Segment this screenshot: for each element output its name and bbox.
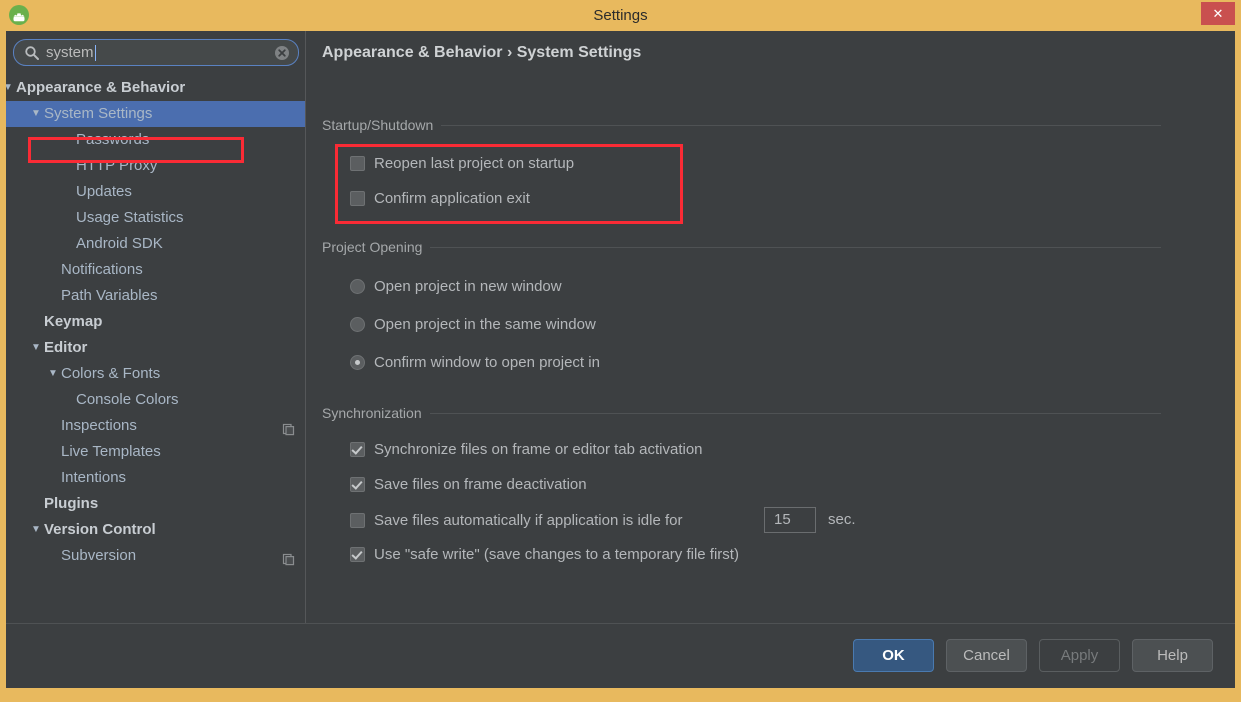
section-title-synchronization: Synchronization — [322, 405, 430, 421]
checkbox-unchecked-icon[interactable] — [350, 513, 365, 528]
sidebar-item-android-sdk[interactable]: Android SDK — [6, 231, 305, 257]
sidebar-item-label: Intentions — [61, 469, 127, 486]
chevron-down-icon[interactable]: ▼ — [30, 101, 42, 127]
seconds-unit-label: sec. — [828, 511, 856, 528]
checkbox-checked-icon[interactable] — [350, 477, 365, 492]
option-label: Synchronize files on frame or editor tab… — [374, 441, 703, 458]
sidebar-item-label: Plugins — [44, 495, 99, 512]
sidebar-item-label: Colors & Fonts — [61, 365, 161, 382]
help-button[interactable]: Help — [1132, 639, 1213, 672]
sidebar-item-label: Editor — [44, 339, 88, 356]
settings-dialog: system ▼ Appearance & Behavior ▼ System Set… — [6, 31, 1235, 693]
checkbox-confirm-application-exit[interactable]: Confirm application exit — [350, 189, 530, 209]
search-field[interactable]: system — [13, 39, 299, 66]
sidebar-item-notifications[interactable]: Notifications — [6, 257, 305, 283]
sidebar-item-version-control[interactable]: ▼ Version Control — [6, 517, 305, 543]
section-title-project-opening: Project Opening — [322, 239, 431, 255]
dialog-footer: OK Cancel Apply Help — [6, 623, 1235, 688]
sidebar-item-label: HTTP Proxy — [76, 157, 158, 174]
copy-settings-icon[interactable] — [282, 419, 295, 436]
sidebar-item-label: System Settings — [44, 105, 153, 122]
title-bar: Settings ✕ — [0, 0, 1241, 31]
checkbox-checked-icon[interactable] — [350, 547, 365, 562]
sidebar-item-http-proxy[interactable]: HTTP Proxy — [6, 153, 305, 179]
sidebar-item-console-colors[interactable]: Console Colors — [6, 387, 305, 413]
sidebar-item-label: Inspections — [61, 417, 137, 434]
option-label: Save files automatically if application … — [374, 512, 683, 529]
checkbox-checked-icon[interactable] — [350, 442, 365, 457]
sidebar-item-label: Console Colors — [76, 391, 179, 408]
section-divider — [322, 413, 1161, 414]
checkbox-use-safe-write-save-changes-to-a-temporary[interactable]: Use "safe write" (save changes to a temp… — [350, 545, 739, 565]
section-divider — [322, 247, 1161, 248]
sidebar-item-passwords[interactable]: Passwords — [6, 127, 305, 153]
clear-circle-icon[interactable] — [274, 45, 290, 61]
window-title: Settings — [593, 7, 648, 24]
sidebar-item-label: Android SDK — [76, 235, 163, 252]
sidebar-item-label: Updates — [76, 183, 132, 200]
sidebar-item-label: Keymap — [44, 313, 103, 330]
checkbox-save-files-on-frame-deactivation[interactable]: Save files on frame deactivation — [350, 475, 587, 495]
sidebar-item-path-variables[interactable]: Path Variables — [6, 283, 305, 309]
option-label: Confirm application exit — [374, 190, 530, 207]
sidebar-item-editor[interactable]: ▼ Editor — [6, 335, 305, 361]
settings-tree[interactable]: ▼ Appearance & Behavior ▼ System Settings Pa… — [6, 75, 305, 621]
chevron-down-icon[interactable]: ▼ — [30, 517, 42, 543]
sidebar-item-colors-fonts[interactable]: ▼ Colors & Fonts — [6, 361, 305, 387]
sidebar-item-label: Usage Statistics — [76, 209, 184, 226]
ok-button[interactable]: OK — [853, 639, 934, 672]
sidebar-item-intentions[interactable]: Intentions — [6, 465, 305, 491]
sidebar-item-live-templates[interactable]: Live Templates — [6, 439, 305, 465]
checkbox-reopen-last-project-on-startup[interactable]: Reopen last project on startup — [350, 154, 574, 174]
section-title-startup-shutdown: Startup/Shutdown — [322, 117, 442, 133]
sidebar-item-updates[interactable]: Updates — [6, 179, 305, 205]
sidebar-item-label: Appearance & Behavior — [16, 79, 186, 96]
idle-seconds-input[interactable]: 15 — [764, 507, 816, 533]
text-cursor — [95, 45, 96, 61]
breadcrumb: Appearance & Behavior › System Settings — [322, 44, 642, 61]
radio-open-project-in-new-window[interactable]: Open project in new window — [350, 277, 562, 297]
chevron-down-icon[interactable]: ▼ — [6, 75, 14, 101]
option-label: Open project in new window — [374, 278, 562, 295]
apply-button: Apply — [1039, 639, 1120, 672]
radio-unselected-icon[interactable] — [350, 317, 365, 332]
settings-sidebar: system ▼ Appearance & Behavior ▼ System Set… — [6, 31, 306, 623]
option-label: Use "safe write" (save changes to a temp… — [374, 546, 739, 563]
cancel-button[interactable]: Cancel — [946, 639, 1027, 672]
option-label: Save files on frame deactivation — [374, 476, 587, 493]
sidebar-item-usage-statistics[interactable]: Usage Statistics — [6, 205, 305, 231]
sidebar-item-label: Path Variables — [61, 287, 158, 304]
checkbox-unchecked-icon[interactable] — [350, 156, 365, 171]
checkbox-unchecked-icon[interactable] — [350, 191, 365, 206]
search-input-value[interactable]: system — [46, 40, 94, 65]
option-label: Confirm window to open project in — [374, 354, 600, 371]
option-label: Reopen last project on startup — [374, 155, 575, 172]
sidebar-item-plugins[interactable]: Plugins — [6, 491, 305, 517]
sidebar-item-inspections[interactable]: Inspections — [6, 413, 305, 439]
chevron-down-icon[interactable]: ▼ — [30, 335, 42, 361]
chevron-down-icon[interactable]: ▼ — [47, 361, 59, 387]
search-icon — [24, 45, 40, 61]
sidebar-item-subversion[interactable]: Subversion — [6, 543, 305, 569]
sidebar-item-system-settings[interactable]: ▼ System Settings — [6, 101, 305, 127]
sidebar-item-label: Subversion — [61, 547, 137, 564]
radio-unselected-icon[interactable] — [350, 279, 365, 294]
sidebar-item-label: Passwords — [76, 131, 150, 148]
settings-content-pane: Appearance & Behavior › System Settings … — [306, 31, 1235, 623]
sidebar-item-label: Live Templates — [61, 443, 161, 460]
sidebar-item-label: Version Control — [44, 521, 156, 538]
radio-open-project-in-the-same-window[interactable]: Open project in the same window — [350, 315, 596, 335]
radio-confirm-window-to-open-project-in[interactable]: Confirm window to open project in — [350, 353, 600, 373]
checkbox-save-files-automatically-if-application-is[interactable]: Save files automatically if application … — [350, 511, 682, 531]
option-label: Open project in the same window — [374, 316, 596, 333]
sidebar-item-keymap[interactable]: Keymap — [6, 309, 305, 335]
copy-settings-icon[interactable] — [282, 549, 295, 566]
section-divider — [322, 125, 1161, 126]
sidebar-item-label: Notifications — [61, 261, 143, 278]
checkbox-synchronize-files-on-frame-or-editor-tab-a[interactable]: Synchronize files on frame or editor tab… — [350, 440, 703, 460]
radio-selected-icon[interactable] — [350, 355, 365, 370]
settings-window: Settings ✕ system ▼ Appearance & Behavio… — [0, 0, 1241, 702]
sidebar-item-appearance-behavior[interactable]: ▼ Appearance & Behavior — [6, 75, 305, 101]
close-icon[interactable]: ✕ — [1201, 2, 1235, 25]
